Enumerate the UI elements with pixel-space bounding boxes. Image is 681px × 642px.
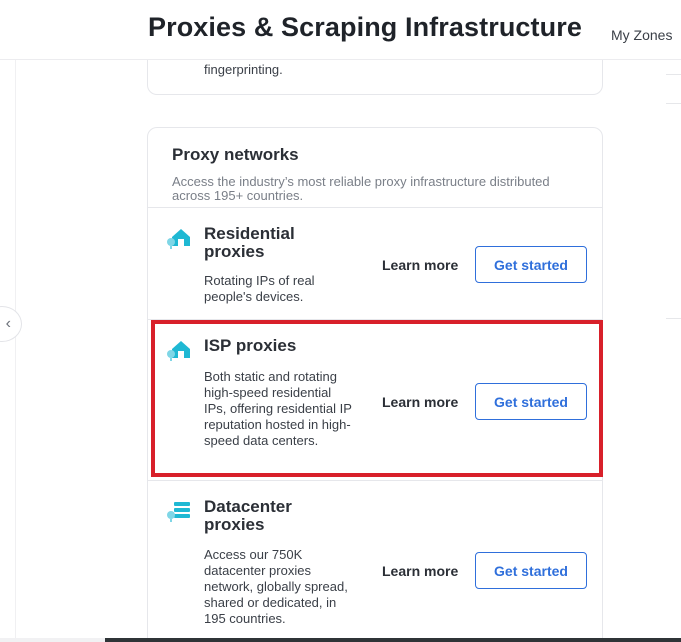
chevron-left-icon: ‹ (5, 315, 11, 332)
previous-card-text: fingerprinting. (204, 62, 283, 77)
proxy-networks-title: Proxy networks (172, 145, 299, 164)
get-started-button[interactable]: Get started (475, 552, 587, 589)
right-divider (666, 74, 681, 75)
my-zones-link[interactable]: My Zones (611, 27, 672, 43)
page-header: Proxies & Scraping Infrastructure My Zon… (0, 0, 681, 60)
proxy-item-description: Access our 750K datacenter proxies netwo… (204, 547, 348, 626)
proxy-item-title: Residential proxies (204, 224, 295, 261)
learn-more-link[interactable]: Learn more (382, 563, 458, 579)
datacenter-server-icon (167, 502, 190, 522)
isp-proxies-highlight (151, 320, 603, 477)
proxy-item-datacenter: Datacenter proxies Access our 750K datac… (148, 481, 602, 642)
right-divider (666, 103, 681, 104)
page-title: Proxies & Scraping Infrastructure (148, 12, 582, 42)
proxy-networks-description: Access the industry’s most reliable prox… (172, 174, 550, 203)
bottom-scrollbar-thumb[interactable] (105, 638, 681, 642)
proxy-item-description: Rotating IPs of real people's devices. (204, 273, 315, 304)
residential-house-icon (167, 229, 190, 249)
back-button[interactable]: ‹ (0, 306, 22, 342)
learn-more-link[interactable]: Learn more (382, 257, 458, 273)
proxy-item-residential: Residential proxies Rotating IPs of real… (148, 208, 602, 319)
proxy-networks-header: Proxy networks Access the industry’s mos… (148, 128, 602, 208)
proxy-item-title: Datacenter proxies (204, 497, 292, 534)
right-divider (666, 318, 681, 319)
get-started-button[interactable]: Get started (475, 246, 587, 283)
